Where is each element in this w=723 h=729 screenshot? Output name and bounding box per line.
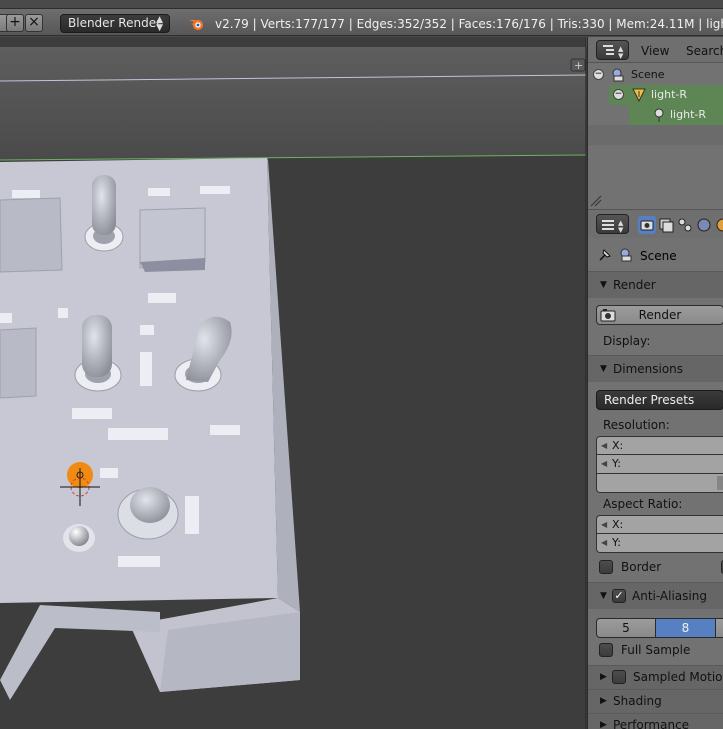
performance-panel-header[interactable]: ▶ Performance — [588, 713, 723, 729]
decrement-icon[interactable]: ◀ — [601, 534, 607, 551]
tree-item-scene[interactable]: − Scene — [588, 65, 723, 85]
render-panel-header[interactable]: ▼ Render — [588, 271, 723, 298]
info-header-bar: + × Blender Render ▲ ▼ v2.79 | Verts:177/… — [0, 8, 723, 36]
shading-panel-header[interactable]: ▶ Shading — [588, 689, 723, 713]
blender-logo-icon — [189, 20, 203, 30]
lamp-data-icon — [654, 108, 664, 122]
slider-handle[interactable] — [717, 476, 723, 490]
render-layers-tab-icon[interactable] — [657, 216, 675, 234]
render-tab-icon[interactable] — [638, 216, 656, 234]
aspect-y-field[interactable]: ◀ Y: — [596, 534, 723, 553]
tree-item-lamp-data[interactable]: light-R — [629, 105, 723, 125]
scene-stats: v2.79 | Verts:177/177 | Edges:352/352 | … — [215, 17, 723, 31]
outliner-search-menu[interactable]: Search — [686, 44, 723, 58]
svg-text:▼: ▼ — [618, 52, 624, 60]
viewport-scene: + — [0, 37, 586, 729]
render-panel-body: Render Display: — [588, 298, 723, 355]
panel-title: Sampled Motion Blur — [633, 670, 723, 684]
render-engine-select[interactable]: Blender Render ▲ ▼ — [60, 14, 170, 33]
properties-header: ▲ ▼ — [588, 209, 723, 238]
anti-aliasing-checkbox[interactable]: ✓ — [612, 589, 626, 603]
tree-label: light-R — [670, 108, 706, 121]
expanded-triangle-icon: ▼ — [600, 280, 607, 290]
tree-empty-row — [588, 125, 723, 145]
outliner-panel: ▲ ▼ View Search − Scene − light-R light-… — [587, 37, 723, 209]
editor-type-button[interactable]: ▲ ▼ — [596, 40, 629, 60]
properties-panel: ▲ ▼ Scene ▼ Render Render Display: ▼ Dim… — [587, 209, 723, 729]
world-tab-icon[interactable] — [695, 216, 713, 234]
collapsed-triangle-icon: ▶ — [600, 720, 607, 729]
panel-title: Performance — [613, 718, 690, 729]
aspect-x-label: X: — [612, 518, 624, 531]
chevron-updown-icon: ▲ ▼ — [156, 15, 163, 33]
full-sample-checkbox[interactable] — [599, 643, 613, 657]
border-checkbox[interactable] — [599, 560, 613, 574]
scene-icon — [620, 248, 632, 262]
resize-grip-icon[interactable] — [590, 195, 602, 207]
decrement-icon[interactable]: ◀ — [601, 437, 607, 454]
anti-aliasing-panel-header[interactable]: ▼ ✓ Anti-Aliasing — [588, 582, 723, 609]
tree-label: Scene — [631, 68, 665, 81]
expanded-triangle-icon: ▼ — [600, 591, 607, 601]
resolution-percentage-slider[interactable] — [596, 474, 723, 493]
anti-aliasing-panel-body: 5 8 Full Sample — [588, 609, 723, 664]
full-sample-label: Full Sample — [621, 643, 691, 657]
aa-samples-5[interactable]: 5 — [596, 618, 656, 638]
scene-icon — [612, 68, 624, 82]
add-screen-icon[interactable]: + — [6, 14, 24, 32]
outliner-view-menu[interactable]: View — [641, 44, 669, 58]
resolution-label: Resolution: — [603, 418, 670, 432]
lamp-object-icon — [632, 88, 646, 103]
collapsed-triangle-icon: ▶ — [600, 672, 607, 682]
render-button[interactable]: Render — [596, 305, 723, 325]
panel-title: Dimensions — [613, 362, 684, 376]
properties-icon: ▲ ▼ — [602, 219, 624, 234]
decrement-icon[interactable]: ◀ — [601, 455, 607, 472]
border-label: Border — [621, 560, 662, 574]
panel-title: Anti-Aliasing — [632, 589, 707, 603]
resolution-x-field[interactable]: ◀ X: — [596, 436, 723, 455]
motion-blur-checkbox[interactable] — [612, 670, 626, 684]
3d-viewport[interactable]: + — [0, 37, 586, 729]
object-tab-icon[interactable] — [714, 216, 723, 234]
resolution-y-field[interactable]: ◀ Y: — [596, 455, 723, 474]
svg-text:+: + — [574, 59, 583, 72]
scene-tab-icon[interactable] — [676, 216, 694, 234]
decrement-icon[interactable]: ◀ — [601, 516, 607, 533]
outliner-header: ▲ ▼ View Search — [588, 37, 723, 63]
tree-item-object[interactable]: − light-R — [609, 85, 723, 105]
aa-samples-8[interactable]: 8 — [655, 618, 716, 638]
outliner-icon: ▲ ▼ — [603, 45, 624, 60]
aspect-y-label: Y: — [612, 536, 621, 549]
pin-icon[interactable] — [597, 247, 613, 263]
aspect-x-field[interactable]: ◀ X: — [596, 515, 723, 534]
resolution-y-label: Y: — [612, 457, 621, 470]
collapse-icon[interactable]: − — [593, 69, 604, 80]
camera-icon — [600, 309, 616, 322]
render-presets-menu[interactable]: Render Presets — [596, 390, 723, 410]
aspect-ratio-label: Aspect Ratio: — [603, 497, 683, 511]
resolution-x-label: X: — [612, 439, 624, 452]
close-screen-icon[interactable]: × — [25, 14, 43, 32]
render-engine-label: Blender Render — [68, 16, 162, 30]
display-label: Display: — [603, 334, 651, 348]
sampled-motion-blur-panel-header[interactable]: ▶ Sampled Motion Blur — [588, 665, 723, 689]
collapsed-triangle-icon: ▶ — [600, 696, 607, 706]
tree-label: light-R — [651, 88, 687, 101]
panel-title: Shading — [613, 694, 662, 708]
editor-type-button[interactable]: ▲ ▼ — [596, 214, 629, 234]
svg-text:▼: ▼ — [618, 226, 624, 234]
dimensions-panel-body: Render Presets Resolution: ◀ X: ◀ Y: Asp… — [588, 382, 723, 582]
aa-samples-more[interactable] — [715, 618, 723, 638]
context-scene-label: Scene — [640, 249, 677, 263]
expanded-triangle-icon: ▼ — [600, 364, 607, 374]
dimensions-panel-header[interactable]: ▼ Dimensions — [588, 355, 723, 382]
collapse-icon[interactable]: − — [613, 89, 624, 100]
render-button-label: Render — [638, 308, 682, 322]
panel-title: Render — [613, 278, 656, 292]
